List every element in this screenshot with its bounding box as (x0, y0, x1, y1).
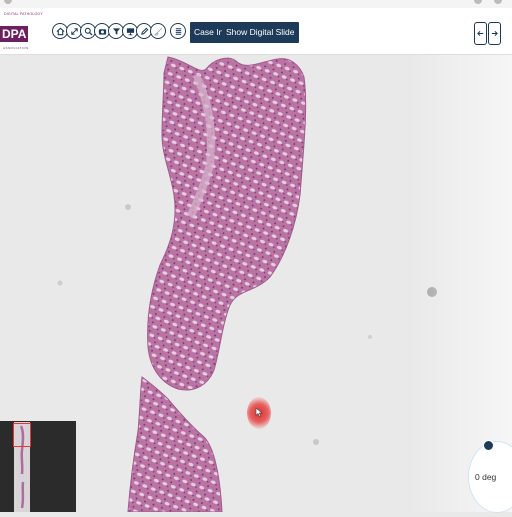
pen-icon (140, 27, 148, 35)
arrow-right-icon (491, 30, 498, 37)
toolbar: DIGITAL PATHOLOGY DPA ASSOCIATION Case I… (0, 8, 512, 55)
list-icon (175, 27, 181, 35)
list-button[interactable] (170, 23, 186, 39)
dot-left (4, 0, 12, 4)
dot-right-2 (494, 0, 502, 4)
dpa-logo: DIGITAL PATHOLOGY DPA ASSOCIATION (0, 12, 43, 52)
filter-icon (112, 27, 120, 35)
dot-right-1 (474, 0, 482, 4)
logo-small-text: DIGITAL PATHOLOGY (4, 12, 43, 16)
red-pointer-highlight (247, 397, 271, 429)
rotation-handle[interactable] (483, 440, 494, 451)
arrow-left-icon (477, 30, 484, 37)
expand-icon (70, 27, 78, 35)
show-digital-slide-button[interactable]: Show Digital Slide (222, 22, 299, 43)
logo-sub-text: ASSOCIATION (3, 46, 29, 50)
minimap-viewport-box[interactable] (13, 423, 31, 447)
logo-text: DPA (0, 26, 29, 42)
camera-icon (98, 28, 106, 35)
brush-button[interactable] (150, 23, 166, 39)
next-button[interactable] (488, 22, 501, 45)
cursor-icon (255, 407, 263, 417)
zoom-icon (84, 27, 93, 36)
brush-icon (153, 27, 162, 35)
monitor-icon (126, 27, 134, 35)
previous-button[interactable] (474, 22, 487, 45)
slide-minimap[interactable] (0, 421, 76, 512)
rotation-label: 0 deg (475, 472, 497, 482)
home-icon (56, 27, 64, 35)
